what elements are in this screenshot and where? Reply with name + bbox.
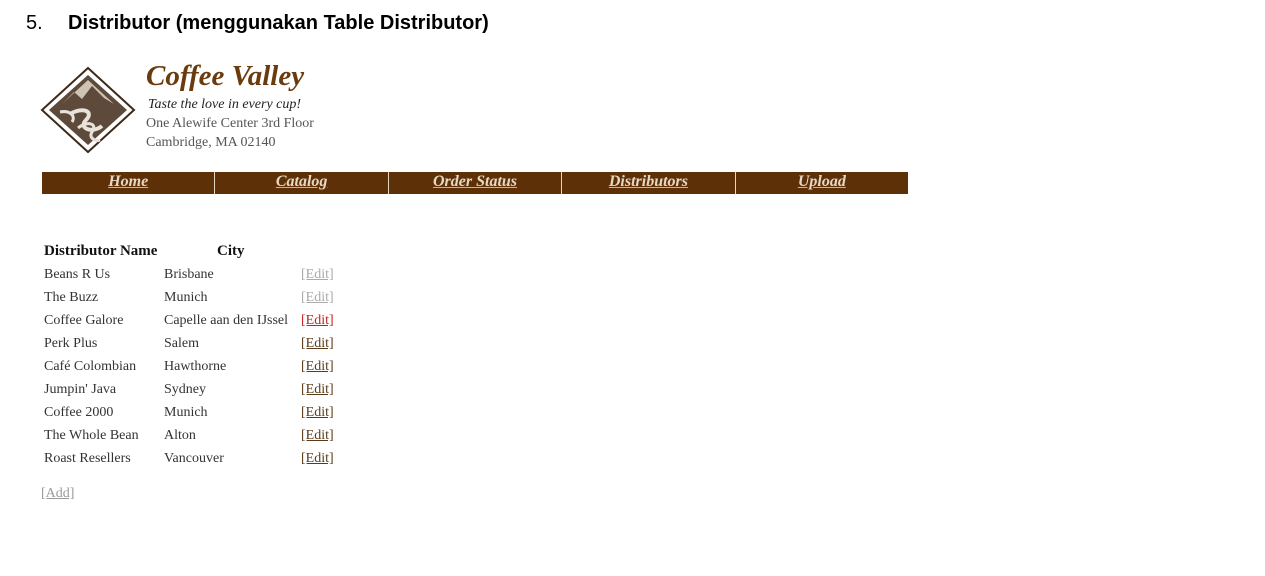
heading-title: Distributor (menggunakan Table Distribut… xyxy=(68,12,489,34)
coffee-valley-logo-icon xyxy=(40,66,136,154)
edit-link[interactable]: [Edit] xyxy=(301,332,334,355)
distributor-city: Vancouver xyxy=(164,451,224,466)
edit-link[interactable]: [Edit] xyxy=(301,401,334,424)
distributor-name: Beans R Us xyxy=(44,267,111,282)
main-nav-bar: Home Catalog Order Status Distributors U… xyxy=(42,172,908,194)
document-heading: 5. Distributor (menggunakan Table Distrib… xyxy=(26,12,489,35)
address-line-1: One Alewife Center 3rd Floor xyxy=(146,116,314,131)
nav-order-status-link[interactable]: Order Status xyxy=(389,172,563,194)
heading-number: 5. xyxy=(26,12,43,34)
distributor-name: Coffee Galore xyxy=(44,313,124,328)
address-line-2: Cambridge, MA 02140 xyxy=(146,135,276,150)
edit-link[interactable]: [Edit] xyxy=(301,263,334,286)
distributor-city: Capelle aan den IJssel xyxy=(164,313,289,328)
column-header-city: City xyxy=(217,243,245,259)
nav-upload-link[interactable]: Upload xyxy=(736,172,908,194)
distributor-city: Brisbane xyxy=(164,267,214,282)
distributor-city: Munich xyxy=(164,405,208,420)
edit-link[interactable]: [Edit] xyxy=(301,378,334,401)
edit-link[interactable]: [Edit] xyxy=(301,424,334,447)
edit-link[interactable]: [Edit] xyxy=(301,309,334,332)
distributor-city: Sydney xyxy=(164,382,206,397)
add-distributor-link[interactable]: [Add] xyxy=(41,486,74,502)
distributor-name: Coffee 2000 xyxy=(44,405,114,420)
nav-catalog-link[interactable]: Catalog xyxy=(215,172,389,194)
distributor-city: Salem xyxy=(164,336,199,351)
distributor-city: Hawthorne xyxy=(164,359,227,374)
distributor-name: The Whole Bean xyxy=(44,428,139,443)
distributor-name: Café Colombian xyxy=(44,359,137,374)
edit-link[interactable]: [Edit] xyxy=(301,447,334,470)
distributor-name: Roast Resellers xyxy=(44,451,131,466)
site-name: Coffee Valley xyxy=(146,60,305,92)
distributor-name: Jumpin' Java xyxy=(44,382,117,397)
distributor-name: The Buzz xyxy=(44,290,99,305)
distributor-city: Alton xyxy=(164,428,196,443)
distributor-name: Perk Plus xyxy=(44,336,98,351)
column-header-name: Distributor Name xyxy=(44,243,158,259)
nav-distributors-link[interactable]: Distributors xyxy=(562,172,736,194)
edit-link[interactable]: [Edit] xyxy=(301,286,334,309)
nav-home-link[interactable]: Home xyxy=(42,172,216,194)
site-tagline: Taste the love in every cup! xyxy=(148,97,302,112)
distributor-city: Munich xyxy=(164,290,208,305)
edit-link[interactable]: [Edit] xyxy=(301,355,334,378)
